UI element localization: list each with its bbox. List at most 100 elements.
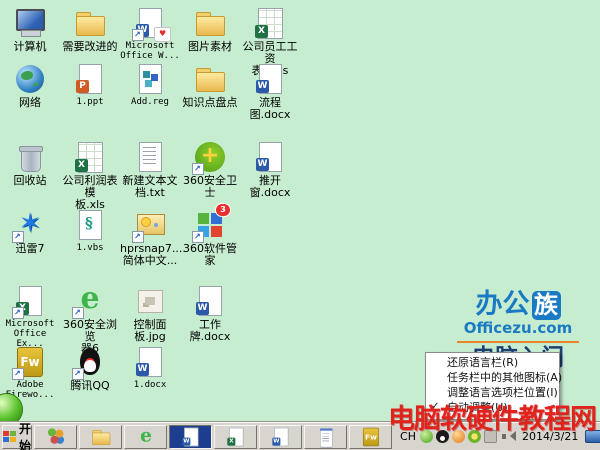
shortcut-arrow-icon (72, 368, 84, 380)
icon-row: Adobe Firewo... 腾讯QQ 1.docx (0, 345, 308, 400)
excel-icon (12, 284, 47, 319)
icon-label: 1.ppt (76, 97, 104, 107)
shortcut-arrow-icon (192, 231, 204, 243)
brand-line: 办公族 (447, 290, 589, 320)
excel-icon (225, 426, 246, 447)
desktop-icon-360-software-manager[interactable]: 3 360软件管家 (180, 203, 240, 267)
word-icon (193, 284, 227, 318)
snap-icon (132, 208, 167, 243)
start-button[interactable]: 开始 (2, 422, 33, 450)
desktop-icon-hprsnap7[interactable]: hprsnap7.... 简体中文... (120, 208, 186, 267)
red-watermark: 电脑软硬件教程网 (388, 404, 597, 435)
taskbar-button-word-window[interactable] (169, 424, 213, 449)
icon-label: 计算机 (13, 40, 47, 53)
icon-label: 1.docx (133, 380, 167, 390)
word-icon (270, 426, 291, 447)
folder-icon (193, 62, 227, 96)
taskbar-button-color-balls-app[interactable] (34, 424, 78, 449)
taskbar-button-folder-window[interactable] (79, 424, 123, 449)
icon-label: 图片素材 (188, 40, 232, 53)
jpg-icon (133, 284, 167, 318)
folder-icon (193, 6, 227, 40)
word-icon (132, 6, 171, 42)
brand-rule (457, 341, 579, 343)
task-buttons (34, 424, 394, 449)
taskbar-button-word-doc-window[interactable] (259, 424, 303, 449)
desktop-icon-tencent-qq[interactable]: 腾讯QQ (60, 345, 120, 400)
icon-label: hprsnap7.... 简体中文... (120, 242, 186, 267)
globe-icon (13, 62, 47, 96)
computer-icon (13, 6, 47, 40)
txt-icon (133, 140, 167, 174)
shortcut-arrow-icon (12, 368, 24, 380)
word-icon (253, 140, 287, 174)
desktop-icon-add-reg[interactable]: Add.reg (120, 62, 180, 121)
icon-label: 回收站 (13, 174, 47, 187)
icon-label: 360软件管家 (183, 242, 237, 267)
update-count-badge: 3 (215, 203, 231, 217)
taskbar-button-excel-window[interactable] (214, 424, 258, 449)
icon-label: Add.reg (131, 97, 169, 107)
brand-domain: Officezu.com (463, 319, 573, 337)
balls-icon (45, 426, 66, 447)
sheet-icon (253, 6, 287, 40)
shortcut-arrow-icon (12, 231, 24, 243)
word-icon (180, 426, 201, 447)
taskbar-button-fireworks-window[interactable] (349, 424, 393, 449)
menu-item-label: 还原语言栏(R) (447, 356, 519, 369)
icon-label: 控制面板.jpg (133, 318, 167, 343)
thunder-icon (12, 208, 47, 243)
taskbar-button-notepad-window[interactable] (304, 424, 348, 449)
desktop-icon-vbs-file-1[interactable]: 1.vbs (60, 208, 120, 267)
tshirt-overlay-icon (154, 27, 171, 42)
fw-icon (12, 345, 47, 380)
icon-label: 360安全卫士 (183, 174, 237, 199)
desktop-icon-recycle-bin[interactable]: 回收站 (0, 140, 60, 211)
brand-badge: 族 (531, 290, 561, 320)
icon-label: 流程图.docx (249, 96, 291, 121)
icon-label: 迅雷7 (15, 242, 45, 255)
desktop: 计算机需要改进的Microsoft Office W...图片素材公司员工工资 … (0, 0, 600, 450)
qq-icon (72, 345, 107, 380)
desktop-icon-ppt-file-1[interactable]: 1.ppt (60, 62, 120, 121)
recycle-icon (13, 140, 47, 174)
icon-row: 回收站 公司利润表模 板.xls新建文本文 档.txt360安全卫士推开窗.doc… (0, 139, 308, 211)
taskbar-button-360-browser-window[interactable] (124, 424, 168, 449)
shortcut-arrow-icon (192, 163, 204, 175)
desktop-icon-thunder-7[interactable]: 迅雷7 (0, 208, 60, 267)
desktop-icon-new-text-document-txt[interactable]: 新建文本文 档.txt (120, 140, 180, 211)
desktop-icon-company-profit-template-xls[interactable]: 公司利润表模 板.xls (60, 140, 120, 211)
shortcut-arrow-icon (72, 307, 84, 319)
menu-item[interactable]: 调整语言选项栏位置(I) (426, 386, 559, 401)
start-label: 开始 (19, 421, 32, 450)
menu-item[interactable]: 还原语言栏(R) (426, 356, 559, 371)
desktop-icon-network[interactable]: 网络 (0, 62, 60, 121)
menu-item[interactable]: 任务栏中的其他图标(A) (426, 371, 563, 386)
icon-label: 公司利润表模 板.xls (62, 174, 118, 211)
word-icon (253, 62, 287, 96)
sw-icon: 3 (192, 203, 231, 243)
icon-label: Microsoft Office W... (120, 41, 180, 61)
desktop-icon-adobe-fireworks[interactable]: Adobe Firewo... (0, 345, 60, 400)
folder-icon (90, 426, 111, 447)
fw-icon (360, 426, 381, 447)
reg-icon (133, 62, 167, 96)
icon-label: 知识点盘点 (182, 96, 238, 109)
desktop-icon-folder-knowledge-points[interactable]: 知识点盘点 (180, 62, 240, 121)
menu-item-label: 调整语言选项栏位置(I) (447, 386, 558, 399)
desktop-icon-flowchart-docx[interactable]: 流程图.docx (240, 62, 300, 121)
desktop-icon-360-safe-guard[interactable]: 360安全卫士 (180, 139, 240, 211)
notepad-icon (315, 426, 336, 448)
folder-icon (73, 6, 107, 40)
sheet-icon (73, 140, 107, 174)
icon-label: 推开窗.docx (249, 174, 291, 199)
icon-label: 腾讯QQ (70, 379, 110, 392)
icon-label: 网络 (19, 96, 41, 109)
word-icon (133, 345, 167, 379)
desktop-icon-tuikaichuang-docx[interactable]: 推开窗.docx (240, 140, 300, 211)
shortcut-arrow-icon (132, 231, 144, 243)
brand-text: 办公 (475, 289, 530, 320)
menu-item-label: 任务栏中的其他图标(A) (447, 371, 563, 384)
ppt-icon (73, 62, 107, 96)
desktop-icon-docx-file-1[interactable]: 1.docx (120, 345, 180, 400)
